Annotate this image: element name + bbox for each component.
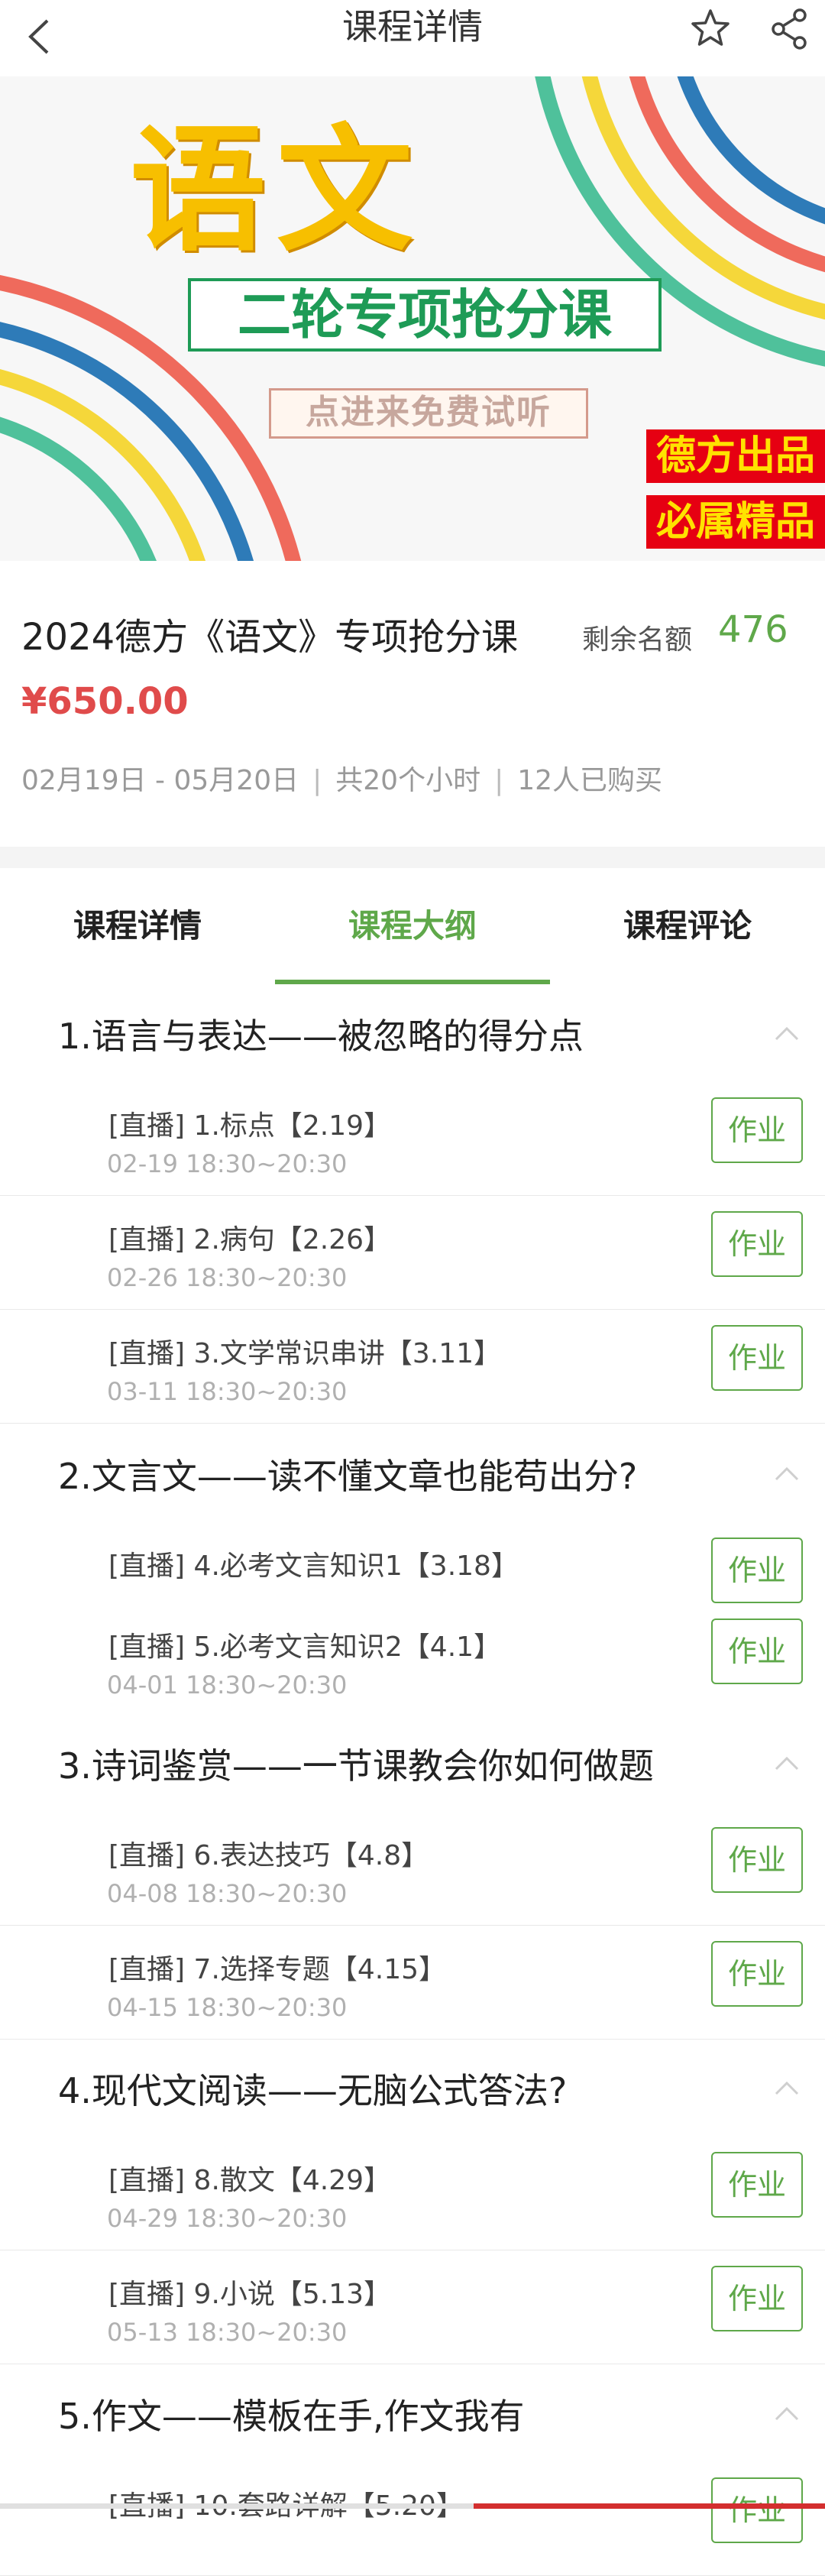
lesson-title: [直播] 1.标点【2.19】 [108, 1110, 392, 1142]
course-price: ¥650.00 [21, 680, 189, 723]
section-title: 5.作文——模板在手,作文我有 [58, 2396, 525, 2437]
total-hours: 共20个小时 [335, 765, 481, 796]
outline-section-header[interactable]: 3.诗词鉴赏——一节课教会你如何做题 [0, 1716, 825, 1813]
homework-button[interactable]: 作业 [711, 1619, 803, 1684]
share-icon [772, 8, 807, 50]
chevron-up-icon [775, 1756, 799, 1771]
course-banner[interactable]: 语文 二轮专项抢分课 点进来免费试听 德方出品 必属精品 [0, 76, 825, 561]
section-title: 1.语言与表达——被忽略的得分点 [58, 1016, 584, 1057]
lesson-time: 04-08 18:30~20:30 [107, 1879, 348, 1908]
banner-trial-text: 点进来免费试听 [269, 388, 588, 439]
lesson-item[interactable]: [直播] 10.套路详解【5.20】 作业 [0, 2462, 825, 2576]
lesson-item[interactable]: [直播] 6.表达技巧【4.8】 04-08 18:30~20:30 作业 [0, 1812, 825, 1926]
tab-course-outline[interactable]: 课程大纲 [275, 900, 550, 947]
tab-bar: 课程详情 课程大纲 课程评论 [0, 868, 825, 987]
chevron-up-icon [775, 2081, 799, 2095]
section-divider [0, 847, 825, 868]
remaining-seats-label: 剩余名额 [582, 624, 693, 656]
course-meta: 02月19日 - 05月20日 | 共20个小时 | 12人已购买 [21, 758, 662, 798]
lesson-title: [直播] 5.必考文言知识2【4.1】 [108, 1631, 502, 1663]
lesson-title: [直播] 2.病句【2.26】 [108, 1224, 392, 1256]
section-title: 4.现代文阅读——无脑公式答法? [58, 2070, 568, 2111]
homework-button[interactable]: 作业 [711, 2266, 803, 2331]
chevron-up-icon [775, 1466, 799, 1481]
homework-button[interactable]: 作业 [711, 1827, 803, 1893]
outline-section-header[interactable]: 5.作文——模板在手,作文我有 [0, 2366, 825, 2463]
lesson-title: [直播] 4.必考文言知识1【3.18】 [108, 1550, 519, 1582]
lesson-item[interactable]: [直播] 8.散文【4.29】 04-29 18:30~20:30 作业 [0, 2137, 825, 2250]
lesson-item[interactable]: [直播] 7.选择专题【4.15】 04-15 18:30~20:30 作业 [0, 1926, 825, 2040]
favorite-button[interactable] [686, 5, 735, 53]
outline-section-header[interactable]: 2.文言文——读不懂文章也能苟出分? [0, 1426, 825, 1523]
lesson-item[interactable]: [直播] 4.必考文言知识1【3.18】 作业 [0, 1522, 825, 1604]
banner-badge: 德方出品 [646, 429, 825, 483]
lesson-title: [直播] 3.文学常识串讲【3.11】 [108, 1338, 502, 1369]
homework-button[interactable]: 作业 [711, 1537, 803, 1603]
divider: | [494, 765, 504, 796]
lesson-time: 05-13 18:30~20:30 [107, 2318, 348, 2347]
homework-button[interactable]: 作业 [711, 1325, 803, 1391]
chevron-up-icon [775, 1026, 799, 1041]
homework-button[interactable]: 作业 [711, 1211, 803, 1277]
lesson-item[interactable]: [直播] 3.文学常识串讲【3.11】 03-11 18:30~20:30 作业 [0, 1310, 825, 1424]
outline-section-header[interactable]: 4.现代文阅读——无脑公式答法? [0, 2040, 825, 2137]
outline-section-header[interactable]: 1.语言与表达——被忽略的得分点 [0, 986, 825, 1083]
lesson-time: 04-15 18:30~20:30 [107, 1993, 348, 2022]
banner-badge: 必属精品 [646, 495, 825, 549]
buyer-count: 12人已购买 [517, 765, 663, 796]
star-icon [691, 9, 730, 46]
course-info: 2024德方《语文》专项抢分课 剩余名额 476 ¥650.00 02月19日 … [0, 561, 825, 847]
top-nav-bar: 课程详情 [0, 0, 825, 77]
homework-button[interactable]: 作业 [711, 1097, 803, 1163]
lesson-time: 02-26 18:30~20:30 [107, 1263, 348, 1292]
divider: | [312, 765, 322, 796]
date-range: 02月19日 - 05月20日 [21, 765, 299, 796]
lesson-item[interactable]: [直播] 1.标点【2.19】 02-19 18:30~20:30 作业 [0, 1082, 825, 1196]
homework-button[interactable]: 作业 [711, 2152, 803, 2218]
chevron-up-icon [775, 2406, 799, 2421]
lesson-item[interactable]: [直播] 9.小说【5.13】 05-13 18:30~20:30 作业 [0, 2250, 825, 2364]
tab-course-reviews[interactable]: 课程评论 [550, 900, 825, 947]
section-title: 2.文言文——读不懂文章也能苟出分? [58, 1456, 638, 1497]
tab-course-details[interactable]: 课程详情 [0, 900, 275, 947]
remaining-seats-count: 476 [718, 608, 788, 651]
lesson-time: 03-11 18:30~20:30 [107, 1377, 348, 1406]
lesson-title: [直播] 6.表达技巧【4.8】 [108, 1840, 429, 1871]
homework-button[interactable]: 作业 [711, 2477, 803, 2543]
banner-subject-title: 语文 [130, 112, 423, 270]
banner-subtitle: 二轮专项抢分课 [188, 278, 662, 352]
lesson-time: 02-19 18:30~20:30 [107, 1149, 348, 1178]
lesson-item[interactable]: [直播] 5.必考文言知识2【4.1】 04-01 18:30~20:30 作业 [0, 1603, 825, 1717]
bottom-edge-accent [474, 2503, 825, 2509]
course-name: 2024德方《语文》专项抢分课 [21, 616, 519, 659]
section-title: 3.诗词鉴赏——一节课教会你如何做题 [58, 1745, 654, 1787]
lesson-title: [直播] 7.选择专题【4.15】 [108, 1954, 447, 1985]
share-button[interactable] [766, 5, 815, 53]
lesson-time: 04-29 18:30~20:30 [107, 2204, 348, 2233]
lesson-time: 04-01 18:30~20:30 [107, 1670, 348, 1700]
lesson-item[interactable]: [直播] 2.病句【2.26】 02-26 18:30~20:30 作业 [0, 1196, 825, 1310]
homework-button[interactable]: 作业 [711, 1941, 803, 2007]
lesson-title: [直播] 8.散文【4.29】 [108, 2165, 392, 2196]
lesson-title: [直播] 9.小说【5.13】 [108, 2279, 392, 2310]
active-tab-indicator [275, 980, 550, 984]
